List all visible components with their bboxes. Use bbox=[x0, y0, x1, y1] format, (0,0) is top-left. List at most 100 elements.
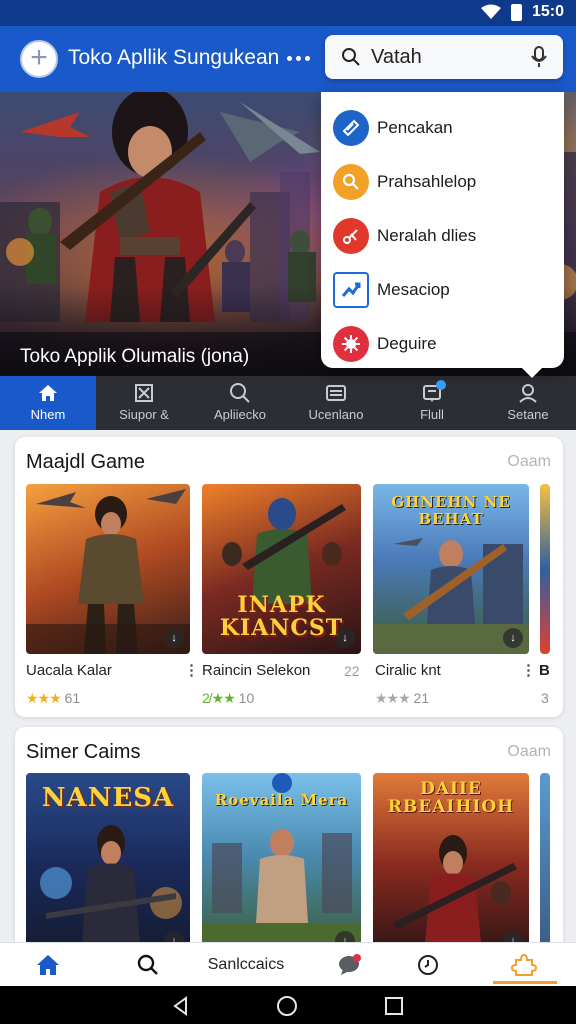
plus-icon: + bbox=[30, 40, 48, 74]
search-icon bbox=[342, 48, 360, 66]
menu-item-mesaciop[interactable]: Mesaciop bbox=[321, 263, 564, 317]
tab-label: Apliiecko bbox=[213, 407, 267, 422]
back-icon[interactable] bbox=[170, 995, 192, 1017]
game-thumbnail[interactable]: INAPK KIANCST ↓ bbox=[202, 484, 361, 654]
game-name: Raincin Selekon bbox=[202, 662, 311, 679]
game-name: B bbox=[539, 662, 550, 679]
rating-value: 21 bbox=[413, 690, 430, 706]
hero-caption: Toko Applik Olumalis (jona) bbox=[20, 346, 250, 367]
game-logo: GHNEHN NE BEHAT bbox=[391, 493, 511, 528]
puzzle-icon bbox=[510, 953, 538, 976]
menu-item-deguire[interactable]: Deguire bbox=[321, 317, 564, 371]
tab-full[interactable]: Flull bbox=[384, 376, 480, 430]
notification-badge bbox=[436, 380, 446, 390]
search-dropdown-menu: Pencakan Prahsahlelop Neralah dlies Mesa… bbox=[321, 92, 564, 378]
section-title: Maajdl Game bbox=[26, 451, 145, 473]
person-icon bbox=[519, 384, 537, 403]
gear-burst-icon bbox=[333, 326, 369, 362]
tab-support[interactable]: Siupor & bbox=[96, 376, 192, 430]
home-icon bbox=[37, 955, 59, 975]
game-thumbnail[interactable]: ↓ bbox=[26, 484, 190, 654]
tab-label: Nhem bbox=[30, 407, 66, 422]
game-thumbnail-partial[interactable] bbox=[540, 773, 550, 957]
nav-label: Sanlccaics bbox=[207, 956, 285, 973]
menu-item-neralah-dlies[interactable]: Neralah dlies bbox=[321, 209, 564, 263]
tab-label: Siupor & bbox=[119, 407, 169, 422]
rating-value: 10 bbox=[238, 690, 255, 706]
game-name: Ciralic knt bbox=[375, 662, 441, 679]
recents-icon[interactable] bbox=[383, 995, 405, 1017]
status-bar: 15:0 bbox=[0, 0, 576, 26]
game-thumbnail[interactable]: GHNEHN NE BEHAT ↓ bbox=[373, 484, 529, 654]
chat-bubble-icon bbox=[339, 954, 361, 975]
search-bar bbox=[325, 35, 563, 79]
list-card-icon bbox=[326, 385, 346, 401]
section-more-link[interactable]: Oaam bbox=[507, 453, 551, 471]
rating-stars: ★★★ bbox=[26, 690, 62, 706]
section-title: Simer Caims bbox=[26, 741, 141, 763]
game-options-icon[interactable]: ⋮ bbox=[521, 661, 536, 679]
menu-item-label: Neralah dlies bbox=[377, 226, 477, 245]
system-navigation-bar bbox=[0, 986, 576, 1024]
menu-item-prahsahlelop[interactable]: Prahsahlelop bbox=[321, 155, 564, 209]
game-rating: 2/★★ 10 bbox=[202, 690, 254, 707]
tab-home[interactable]: Nhem bbox=[0, 376, 96, 430]
download-badge-icon: ↓ bbox=[335, 628, 355, 648]
nav-active-indicator bbox=[493, 981, 557, 984]
search-icon bbox=[230, 383, 250, 403]
game-rating: ★★★ 61 bbox=[26, 690, 80, 707]
section-card-similar: Simer Caims Oaam NANESA ↓ Roevaila Mera … bbox=[15, 727, 563, 957]
game-thumbnail[interactable]: DAIIE RBEAIHIOH ↓ bbox=[373, 773, 529, 957]
battery-icon bbox=[510, 3, 522, 21]
game-rating: ★★★ 21 bbox=[375, 690, 429, 707]
game-thumbnail[interactable]: NANESA ↓ bbox=[26, 773, 190, 957]
more-options-icon[interactable] bbox=[287, 48, 310, 61]
section-more-link[interactable]: Oaam bbox=[507, 743, 551, 761]
tab-library[interactable]: Ucenlano bbox=[288, 376, 384, 430]
game-thumbnail[interactable]: Roevaila Mera ↓ bbox=[202, 773, 361, 957]
game-options-icon[interactable]: ⋮ bbox=[184, 661, 199, 679]
tab-label: Flull bbox=[420, 407, 444, 422]
game-logo: NANESA bbox=[41, 783, 175, 813]
nav-services[interactable]: Sanlccaics bbox=[196, 943, 296, 987]
menu-item-pencakan[interactable]: Pencakan bbox=[321, 101, 564, 155]
scissors-icon bbox=[333, 218, 369, 254]
tab-apps[interactable]: Apliiecko bbox=[192, 376, 288, 430]
crossed-box-icon bbox=[135, 384, 153, 402]
status-time: 15:0 bbox=[531, 3, 564, 20]
menu-item-label: Mesaciop bbox=[377, 280, 450, 299]
game-meta: 22 bbox=[344, 663, 360, 679]
magnifier-icon bbox=[333, 164, 369, 200]
search-icon bbox=[137, 954, 158, 975]
microphone-icon[interactable] bbox=[529, 46, 549, 68]
menu-item-label: Prahsahlelop bbox=[377, 172, 477, 191]
nav-home[interactable] bbox=[28, 943, 68, 987]
nav-search[interactable] bbox=[128, 943, 168, 987]
download-badge-icon: ↓ bbox=[164, 628, 184, 648]
download-badge-icon: ↓ bbox=[503, 628, 523, 648]
chart-arrow-icon bbox=[333, 272, 369, 308]
nav-history[interactable] bbox=[408, 943, 448, 987]
game-thumbnail-partial[interactable] bbox=[540, 484, 550, 654]
menu-item-label: Deguire bbox=[377, 334, 437, 353]
game-logo: DAIIE RBEAIHIOH bbox=[387, 779, 515, 817]
tab-label: Setane bbox=[507, 407, 549, 422]
home-circle-icon[interactable] bbox=[276, 995, 298, 1017]
app-title: Toko Apllik Sungukean bbox=[68, 46, 280, 69]
tab-label: Ucenlano bbox=[308, 407, 364, 422]
clock-icon bbox=[418, 955, 438, 975]
rating-stars: ★★★ bbox=[375, 690, 411, 706]
section-card-featured: Maajdl Game Oaam ↓ Uacala Kalar ⋮ ★★★ 61… bbox=[15, 437, 563, 717]
wifi-icon bbox=[480, 4, 501, 19]
app-logo-button[interactable]: + bbox=[20, 40, 58, 78]
search-input[interactable] bbox=[371, 43, 521, 71]
nav-chat[interactable] bbox=[330, 943, 370, 987]
game-logo: Roevaila Mera bbox=[214, 791, 349, 809]
tab-settings[interactable]: Setane bbox=[480, 376, 576, 430]
rating-value: 61 bbox=[64, 690, 81, 706]
bottom-navigation: Sanlccaics bbox=[0, 942, 576, 986]
menu-item-label: Pencakan bbox=[377, 118, 453, 137]
game-name: Uacala Kalar bbox=[26, 662, 112, 679]
home-icon bbox=[39, 385, 57, 401]
category-tab-bar: Nhem Siupor & Apliiecko Ucenlano Flull S… bbox=[0, 376, 576, 430]
